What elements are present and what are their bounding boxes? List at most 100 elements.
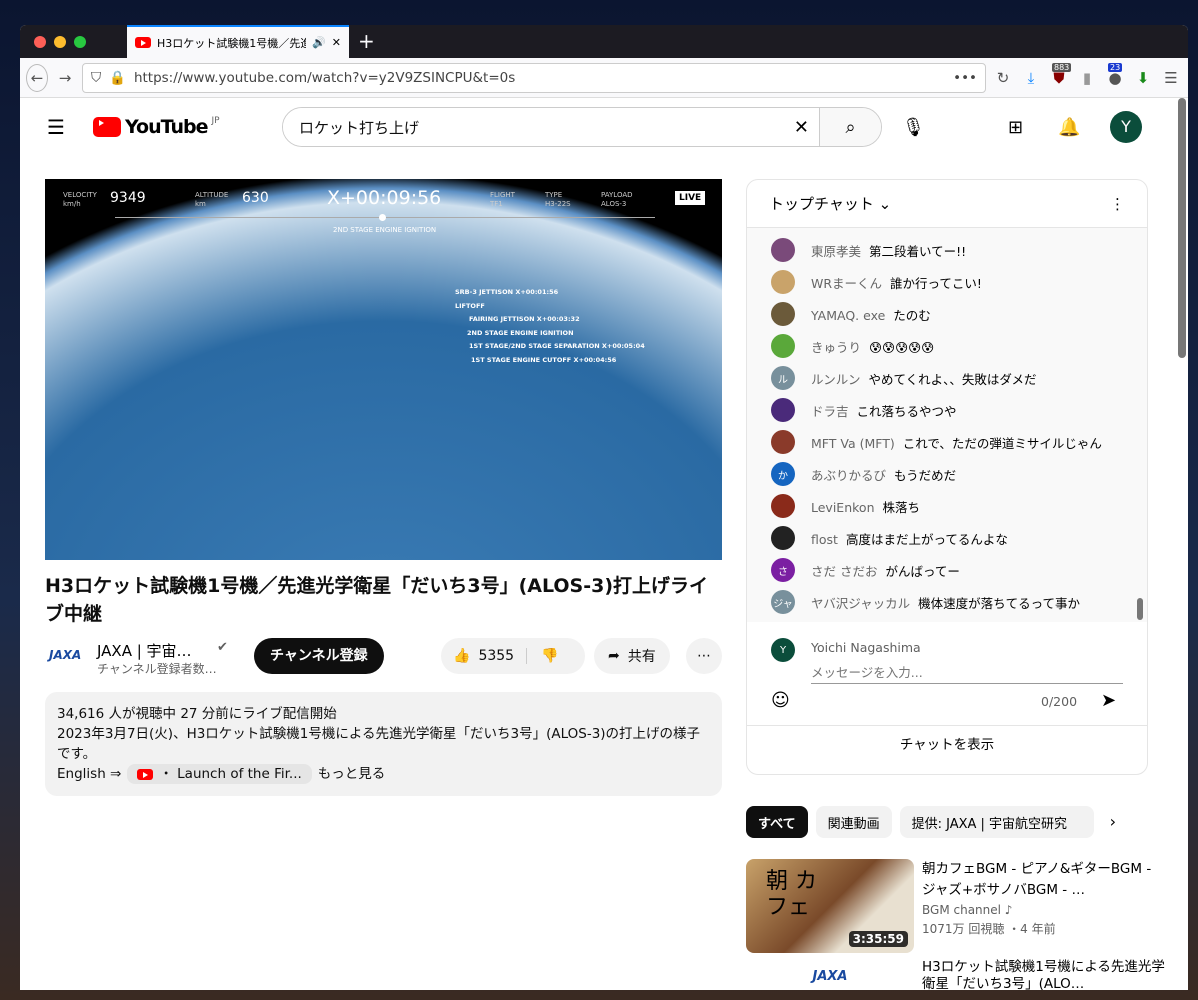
chat-author[interactable]: LeviEnkon: [811, 500, 875, 515]
chat-author[interactable]: ヤバ沢ジャッカル: [811, 596, 910, 611]
chat-author-avatar[interactable]: [771, 526, 795, 550]
related-channel[interactable]: BGM channel ♪: [922, 901, 1166, 920]
video-thumbnail[interactable]: 朝 カフェ 3:35:59: [746, 859, 914, 953]
link-text: ・ Launch of the Fir...: [159, 766, 302, 782]
video-thumbnail[interactable]: JAXA: [746, 959, 914, 989]
clear-search-icon[interactable]: ✕: [784, 117, 819, 138]
close-tab-icon[interactable]: ✕: [332, 36, 341, 49]
forward-button[interactable]: →: [54, 69, 76, 87]
chat-author-avatar[interactable]: さ: [771, 558, 795, 582]
maximize-window-button[interactable]: [74, 36, 86, 48]
chat-message-input[interactable]: [811, 662, 1123, 684]
page-actions-icon[interactable]: •••: [953, 70, 977, 86]
related-video[interactable]: JAXA H3ロケット試験機1号機による先進光学衛星「だいち3号」(ALO…: [746, 959, 1166, 993]
show-more-link[interactable]: もっと見る: [318, 764, 386, 784]
chip-related[interactable]: 関連動画: [815, 806, 892, 838]
chat-author-avatar[interactable]: [771, 334, 795, 358]
chat-author-avatar[interactable]: [771, 238, 795, 262]
related-video-title[interactable]: H3ロケット試験機1号機による先進光学衛星「だいち3号」(ALO…: [922, 959, 1166, 993]
chat-author-avatar[interactable]: ル: [771, 366, 795, 390]
chat-scrollbar[interactable]: [1137, 598, 1143, 620]
send-icon[interactable]: ➤: [1101, 690, 1116, 711]
related-video[interactable]: 朝 カフェ 3:35:59 朝カフェBGM - ピアノ&ギターBGM - ジャズ…: [746, 859, 1166, 953]
close-window-button[interactable]: [34, 36, 46, 48]
event-item: 2ND STAGE ENGINE IGNITION: [467, 328, 574, 337]
subscribe-button[interactable]: チャンネル登録: [254, 638, 384, 674]
chat-message: YAMAQ. exe たのむ: [747, 298, 1147, 330]
chips-next-icon[interactable]: ›: [1102, 806, 1116, 838]
chat-author[interactable]: flost: [811, 532, 838, 547]
chat-author[interactable]: ドラ吉: [811, 404, 849, 419]
browser-tab[interactable]: H3ロケット試験機1号機／先進光 🔊 ✕: [127, 25, 349, 58]
chip-from-jaxa[interactable]: 提供: JAXA | 宇宙航空研究: [899, 806, 1094, 838]
chat-author[interactable]: あぶりかるび: [811, 468, 886, 483]
url-bar[interactable]: ⛉ 🔒 https://www.youtube.com/watch?v=y2V9…: [82, 62, 986, 93]
english-video-link[interactable]: ・ Launch of the Fir...: [127, 764, 312, 784]
ublock-extension-icon[interactable]: ⛊ 883: [1048, 62, 1072, 87]
chat-author[interactable]: 東原孝美: [811, 244, 861, 259]
share-button[interactable]: ➦ 共有: [594, 638, 670, 674]
reload-icon[interactable]: ↻: [992, 69, 1014, 87]
new-tab-button[interactable]: +: [358, 29, 375, 53]
show-chat-button[interactable]: チャットを表示: [747, 726, 1147, 764]
description-box[interactable]: 34,616 人が視聴中 27 分前にライブ配信開始 2023年3月7日(火)、…: [45, 692, 722, 796]
lock-icon[interactable]: 🔒: [109, 70, 126, 86]
chat-message: WRまーくん 誰か行ってこい!: [747, 266, 1147, 298]
search-input[interactable]: [283, 108, 784, 146]
chat-author[interactable]: YAMAQ. exe: [811, 308, 885, 323]
url-text[interactable]: https://www.youtube.com/watch?v=y2V9ZSIN…: [134, 70, 945, 86]
jaxa-channel-avatar[interactable]: JAXA: [49, 648, 81, 662]
chat-author[interactable]: きゅうり: [811, 340, 861, 355]
youtube-logo[interactable]: YouTube JP: [93, 116, 220, 138]
chat-author-avatar[interactable]: ジャ: [771, 590, 795, 614]
green-download-extension-icon[interactable]: ⬇: [1132, 69, 1154, 87]
tab-bar: H3ロケット試験機1号機／先進光 🔊 ✕ +: [20, 25, 1188, 58]
chat-message: ル ルンルン やめてくれよ、、失敗はダメだ: [747, 362, 1147, 394]
chat-author[interactable]: ルンルン: [811, 372, 861, 387]
flight-info: FLIGHT TF1: [490, 191, 515, 208]
page-scrollbar[interactable]: [1178, 98, 1186, 358]
menu-icon[interactable]: ☰: [1160, 69, 1182, 87]
chat-author[interactable]: WRまーくん: [811, 276, 882, 291]
chat-author-avatar[interactable]: [771, 494, 795, 518]
youtube-page: ☰ YouTube JP ✕ ⌕ 🎙 ⊞ 🔔 Y VELOCITYkm/h 93…: [20, 98, 1188, 993]
dislike-button[interactable]: 👎: [527, 648, 572, 664]
chat-text: もうだめだ: [894, 467, 957, 483]
chat-author-avatar[interactable]: [771, 430, 795, 454]
chat-author[interactable]: MFT Va (MFT): [811, 436, 895, 451]
hamburger-menu-icon[interactable]: ☰: [47, 115, 65, 139]
logo-text: YouTube: [125, 116, 208, 138]
extension-icon[interactable]: ▮: [1076, 69, 1098, 87]
chat-author-avatar[interactable]: [771, 302, 795, 326]
video-player[interactable]: VELOCITY km/h 9349 ALTITUDE km 630 X+00:09…: [45, 179, 722, 560]
notifications-bell-icon[interactable]: 🔔: [1058, 117, 1080, 138]
search-button[interactable]: ⌕: [819, 108, 881, 146]
chat-menu-icon[interactable]: ⋮: [1110, 195, 1125, 213]
channel-name[interactable]: JAXA | 宇宙…: [97, 640, 192, 661]
live-badge: LIVE: [675, 191, 706, 205]
user-avatar[interactable]: Y: [1110, 111, 1142, 143]
minimize-window-button[interactable]: [54, 36, 66, 48]
download-icon[interactable]: ⤓: [1020, 69, 1042, 87]
shield-icon[interactable]: ⛉: [91, 70, 101, 86]
emoji-icon[interactable]: ☺: [771, 690, 790, 711]
chat-user-avatar: Y: [771, 638, 795, 662]
chat-message: ジャ ヤバ沢ジャッカル 機体速度が落ちてるって事か: [747, 586, 1147, 618]
share-icon: ➦: [608, 648, 620, 664]
thumbnail-text: JAXA: [812, 969, 848, 984]
chat-input-area: Y Yoichi Nagashima ☺ 0/200 ➤: [747, 622, 1147, 726]
like-button[interactable]: 👍 5355: [441, 648, 528, 664]
chat-author[interactable]: さだ さだお: [811, 564, 877, 579]
more-actions-button[interactable]: ⋯: [686, 638, 722, 674]
speaker-icon[interactable]: 🔊: [312, 36, 326, 49]
extension-balls-icon[interactable]: ● 23: [1104, 62, 1126, 87]
chat-author-avatar[interactable]: [771, 270, 795, 294]
chat-author-avatar[interactable]: [771, 398, 795, 422]
related-video-title[interactable]: 朝カフェBGM - ピアノ&ギターBGM - ジャズ+ボサノバBGM - …: [922, 859, 1166, 901]
chat-author-avatar[interactable]: か: [771, 462, 795, 486]
chip-all[interactable]: すべて: [746, 806, 808, 838]
create-video-icon[interactable]: ⊞: [1008, 117, 1023, 138]
back-button[interactable]: ←: [26, 63, 48, 92]
chat-mode-dropdown[interactable]: トップチャット ⌄: [769, 193, 891, 214]
mic-icon[interactable]: 🎙: [902, 117, 925, 138]
